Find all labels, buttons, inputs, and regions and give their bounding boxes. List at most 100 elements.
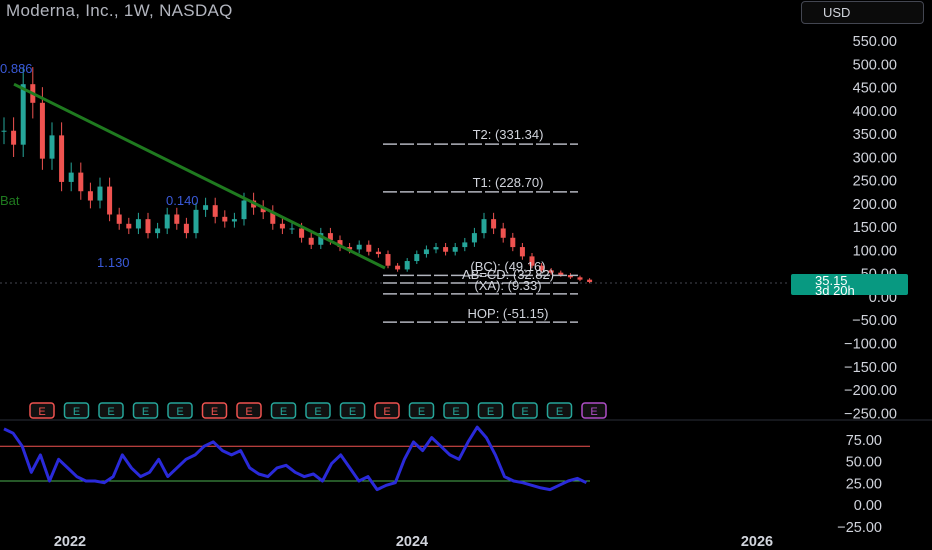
price-tick-label: 150.00 bbox=[853, 220, 897, 236]
ratio-label-b: 0.140 bbox=[166, 193, 199, 208]
price-tick-label: −150.00 bbox=[844, 360, 897, 376]
bar-countdown: 3d 20h bbox=[815, 283, 855, 298]
earnings-badge-label: E bbox=[38, 406, 45, 418]
earnings-badge-label: E bbox=[383, 406, 390, 418]
earnings-badge-label: E bbox=[245, 406, 252, 418]
candle-body bbox=[433, 247, 439, 250]
level-label-t2: T2: (331.34) bbox=[473, 127, 544, 142]
currency-select-button[interactable]: USD bbox=[801, 1, 924, 24]
candle-body bbox=[11, 130, 17, 145]
earnings-badge-label: E bbox=[521, 406, 528, 418]
candle-body bbox=[375, 251, 381, 255]
candle-body bbox=[395, 265, 401, 270]
price-tick-label: −250.00 bbox=[844, 406, 897, 422]
earnings-marker[interactable]: E bbox=[581, 402, 607, 419]
candle-body bbox=[78, 172, 84, 192]
earnings-marker[interactable]: E bbox=[443, 402, 469, 419]
candle-body bbox=[471, 233, 477, 243]
candle-body bbox=[222, 216, 228, 222]
candle-body bbox=[155, 228, 161, 234]
earnings-marker[interactable]: E bbox=[167, 402, 193, 419]
earnings-badge-label: E bbox=[142, 406, 149, 418]
earnings-marker[interactable]: E bbox=[546, 402, 573, 419]
earnings-badge-label: E bbox=[73, 406, 80, 418]
candle-body bbox=[231, 219, 237, 222]
price-tick-label: 200.00 bbox=[853, 197, 897, 213]
oscillator-tick-label: 50.00 bbox=[846, 455, 882, 471]
earnings-marker[interactable]: E bbox=[305, 402, 331, 419]
candle-body bbox=[510, 237, 516, 248]
candle-body bbox=[299, 228, 305, 238]
earnings-badge-label: E bbox=[280, 406, 287, 418]
earnings-marker[interactable]: E bbox=[408, 402, 435, 419]
earnings-marker[interactable]: E bbox=[339, 402, 366, 419]
earnings-badge-label: E bbox=[176, 406, 183, 418]
candle-body bbox=[289, 228, 295, 230]
time-tick-label: 2026 bbox=[741, 534, 773, 550]
price-tick-label: −100.00 bbox=[844, 337, 897, 353]
candle-body bbox=[414, 254, 420, 262]
earnings-marker[interactable]: E bbox=[236, 402, 262, 419]
candle-body bbox=[279, 223, 285, 229]
candle-body bbox=[49, 135, 55, 159]
oscillator-tick-label: 75.00 bbox=[846, 433, 882, 449]
candle-body bbox=[39, 102, 45, 159]
earnings-badge-label: E bbox=[314, 406, 321, 418]
earnings-marker[interactable]: E bbox=[201, 402, 228, 419]
earnings-marker[interactable]: E bbox=[63, 402, 90, 419]
candle-body bbox=[587, 279, 593, 282]
candle-body bbox=[308, 237, 314, 245]
time-tick-label: 2024 bbox=[396, 534, 428, 550]
candle-body bbox=[174, 214, 180, 224]
candle-body bbox=[107, 186, 113, 215]
ratio-label-c: 1.130 bbox=[97, 255, 130, 270]
earnings-marker[interactable]: E bbox=[98, 402, 124, 419]
candle-body bbox=[203, 205, 209, 210]
oscillator-tick-label: 0.00 bbox=[854, 498, 882, 514]
earnings-badge-label: E bbox=[452, 406, 459, 418]
price-tick-label: 300.00 bbox=[853, 150, 897, 166]
candle-body bbox=[183, 223, 189, 234]
candle-body bbox=[500, 228, 506, 238]
level-label-xa: (XA): (9.33) bbox=[474, 278, 541, 293]
price-tick-label: 450.00 bbox=[853, 81, 897, 97]
candle-body bbox=[385, 254, 391, 266]
earnings-badge-label: E bbox=[107, 406, 114, 418]
candle-body bbox=[116, 214, 122, 224]
price-tick-label: −200.00 bbox=[844, 383, 897, 399]
oscillator-layer bbox=[0, 425, 590, 492]
candle-body bbox=[577, 277, 583, 280]
earnings-badge-label: E bbox=[211, 406, 218, 418]
candle-body bbox=[404, 261, 410, 270]
earnings-marker[interactable]: E bbox=[132, 402, 159, 419]
pattern-label: Bat bbox=[0, 193, 20, 208]
price-tick-label: 400.00 bbox=[853, 104, 897, 120]
earnings-badge-label: E bbox=[349, 406, 356, 418]
earnings-marker[interactable]: E bbox=[477, 402, 504, 419]
earnings-marker[interactable]: E bbox=[512, 402, 538, 419]
earnings-layer[interactable]: EEEEEEEEEEEEEEEEE bbox=[29, 402, 607, 419]
candle-body bbox=[443, 247, 449, 252]
price-tick-label: 250.00 bbox=[853, 174, 897, 190]
price-tick-label: 500.00 bbox=[853, 57, 897, 73]
candle-body bbox=[145, 219, 151, 234]
earnings-marker[interactable]: E bbox=[270, 402, 297, 419]
price-tick-label: 100.00 bbox=[853, 243, 897, 259]
time-tick-label: 2022 bbox=[54, 534, 86, 550]
candle-body bbox=[87, 191, 93, 201]
candle-body bbox=[212, 205, 218, 217]
candle-body bbox=[193, 209, 199, 234]
earnings-marker[interactable]: E bbox=[374, 402, 400, 419]
candle-body bbox=[462, 242, 468, 248]
earnings-marker[interactable]: E bbox=[29, 402, 55, 419]
candle-body bbox=[135, 219, 141, 229]
candle-body bbox=[68, 172, 74, 182]
oscillator-tick-label: −25.00 bbox=[837, 520, 882, 536]
candle-body bbox=[97, 186, 103, 201]
candle-body bbox=[423, 249, 429, 255]
price-tick-label: 350.00 bbox=[853, 127, 897, 143]
oscillator-line bbox=[3, 425, 588, 492]
candle-body bbox=[356, 244, 362, 250]
candle-body bbox=[126, 223, 132, 229]
candle-body bbox=[366, 244, 372, 252]
